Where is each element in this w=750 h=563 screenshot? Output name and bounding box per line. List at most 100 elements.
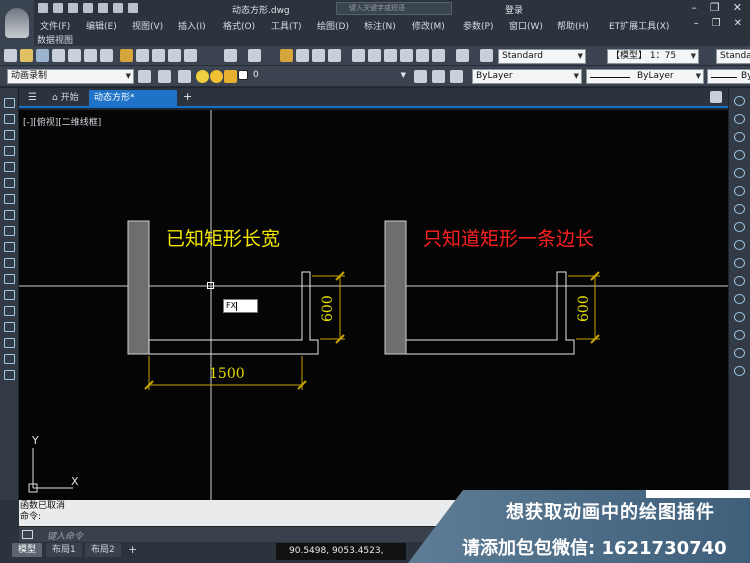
dynamic-input-box[interactable]: FX xyxy=(223,299,258,313)
polyline-tool-icon[interactable] xyxy=(4,114,15,124)
save-as-icon[interactable] xyxy=(83,3,93,13)
menu-format[interactable]: 格式(O) xyxy=(223,19,255,32)
print-preview-icon[interactable] xyxy=(68,49,81,62)
stretch-tool-icon[interactable] xyxy=(4,226,15,236)
menu-et-tools[interactable]: ET扩展工具(X) xyxy=(609,19,669,32)
snap-none-icon[interactable] xyxy=(734,330,745,340)
block-editor-icon[interactable] xyxy=(184,49,197,62)
line-tool-icon[interactable] xyxy=(4,98,15,108)
trim-tool-icon[interactable] xyxy=(4,210,15,220)
tab-dynamic-square[interactable]: 动态方形* xyxy=(89,90,177,106)
text-style-icon[interactable] xyxy=(480,49,493,62)
design-center-icon[interactable] xyxy=(368,49,381,62)
gear-icon[interactable] xyxy=(138,70,151,83)
undo-tool-icon[interactable] xyxy=(224,49,237,62)
doc-minimize-icon[interactable]: – xyxy=(694,18,699,29)
scale-tool-icon[interactable] xyxy=(4,242,15,252)
layer-properties-icon[interactable] xyxy=(158,70,171,83)
menu-icon[interactable]: ☰ xyxy=(23,90,42,106)
search-input[interactable]: 键入关键字或短语 xyxy=(336,2,452,15)
fillet-tool-icon[interactable] xyxy=(4,274,15,284)
restore-icon[interactable]: ❐ xyxy=(710,1,720,14)
snap-center-icon[interactable] xyxy=(734,186,745,196)
print-icon[interactable] xyxy=(98,3,108,13)
linetype-select[interactable]: ByLayer ▼ xyxy=(586,69,704,84)
publish-icon[interactable] xyxy=(84,49,97,62)
layer-color-swatch[interactable] xyxy=(238,70,248,80)
open-file-icon[interactable] xyxy=(20,49,33,62)
tab-layout2[interactable]: 布局2 xyxy=(85,543,121,557)
menu-dimension[interactable]: 标注(N) xyxy=(364,19,396,32)
snap-tangent-icon[interactable] xyxy=(734,222,745,232)
explode-tool-icon[interactable] xyxy=(4,306,15,316)
rectangle-tool-icon[interactable] xyxy=(4,322,15,332)
polygon-tool-icon[interactable] xyxy=(4,338,15,348)
menu-help[interactable]: 帮助(H) xyxy=(557,19,589,32)
snap-endpoint-icon[interactable] xyxy=(734,96,745,106)
snap-intersection-icon[interactable] xyxy=(734,132,745,142)
zoom-previous-icon[interactable] xyxy=(328,49,341,62)
open-icon[interactable] xyxy=(53,3,63,13)
multiline-tool-icon[interactable] xyxy=(4,130,15,140)
menu-file[interactable]: 文件(F) xyxy=(40,19,70,32)
undo-icon[interactable] xyxy=(113,3,123,13)
add-layout-button[interactable]: + xyxy=(128,543,137,556)
tab-layout1[interactable]: 布局1 xyxy=(46,543,82,557)
menu-params[interactable]: 参数(P) xyxy=(463,19,493,32)
bulb-icon[interactable] xyxy=(196,70,209,83)
doc-restore-icon[interactable]: ❐ xyxy=(712,18,721,29)
menu-draw[interactable]: 绘图(D) xyxy=(317,19,349,32)
menu-modify[interactable]: 修改(M) xyxy=(412,19,445,32)
new-tab-button[interactable]: + xyxy=(183,90,192,103)
snap-settings-icon[interactable] xyxy=(734,366,745,376)
snap-nearest-icon[interactable] xyxy=(734,312,745,322)
snap-insert-icon[interactable] xyxy=(734,276,745,286)
minimize-icon[interactable]: – xyxy=(691,1,697,14)
snap-apparent-icon[interactable] xyxy=(734,150,745,160)
menu-tools[interactable]: 工具(T) xyxy=(271,19,302,32)
layer-select[interactable]: 0 ▼ xyxy=(250,69,408,84)
zoom-window-icon[interactable] xyxy=(312,49,325,62)
plot-icon[interactable] xyxy=(52,49,65,62)
command-customize-icon[interactable] xyxy=(22,530,33,539)
dim-style-select[interactable]: Standa xyxy=(716,49,750,64)
redo-tool-icon[interactable] xyxy=(248,49,261,62)
model-scale-select[interactable]: 【模型】 1：75 ▼ xyxy=(607,49,699,64)
chamfer-tool-icon[interactable] xyxy=(4,290,15,300)
magnet-icon[interactable] xyxy=(734,348,745,358)
array-tool-icon[interactable] xyxy=(4,162,15,172)
snap-midpoint-icon[interactable] xyxy=(734,114,745,124)
paste-icon[interactable] xyxy=(152,49,165,62)
snap-node-icon[interactable] xyxy=(734,294,745,304)
menu-data-view[interactable]: 数据视图 xyxy=(37,33,73,46)
snap-perpendicular-icon[interactable] xyxy=(734,240,745,250)
app-logo[interactable] xyxy=(0,0,34,46)
new-icon[interactable] xyxy=(38,3,48,13)
text-style-select[interactable]: Standard ▼ xyxy=(498,49,586,64)
menu-insert[interactable]: 插入(I) xyxy=(178,19,206,32)
snap-extension-icon[interactable] xyxy=(734,168,745,178)
mirror-tool-icon[interactable] xyxy=(4,258,15,268)
layer-previous-icon[interactable] xyxy=(432,70,445,83)
color-select[interactable]: ByLayer ▼ xyxy=(472,69,582,84)
login-link[interactable]: 登录 xyxy=(505,3,523,16)
layer-walk-icon[interactable] xyxy=(450,70,463,83)
tab-settings-icon[interactable] xyxy=(710,91,722,103)
menu-window[interactable]: 窗口(W) xyxy=(509,19,543,32)
command-line[interactable]: 键入命令 xyxy=(19,526,479,542)
save-file-icon[interactable] xyxy=(36,49,49,62)
snap-quadrant-icon[interactable] xyxy=(734,204,745,214)
command-input[interactable]: 键入命令 xyxy=(47,529,83,542)
lock-icon[interactable] xyxy=(224,70,237,83)
pan-icon[interactable] xyxy=(280,49,293,62)
offset-tool-icon[interactable] xyxy=(4,146,15,156)
tab-model[interactable]: 模型 xyxy=(12,543,43,557)
zoom-realtime-icon[interactable] xyxy=(296,49,309,62)
layer-states-icon[interactable] xyxy=(178,70,191,83)
new-file-icon[interactable] xyxy=(4,49,17,62)
close-icon[interactable]: ✕ xyxy=(733,1,742,14)
quick-calc-icon[interactable] xyxy=(432,49,445,62)
rotate-tool-icon[interactable] xyxy=(4,194,15,204)
sheet-set-icon[interactable] xyxy=(400,49,413,62)
help-icon[interactable] xyxy=(456,49,469,62)
